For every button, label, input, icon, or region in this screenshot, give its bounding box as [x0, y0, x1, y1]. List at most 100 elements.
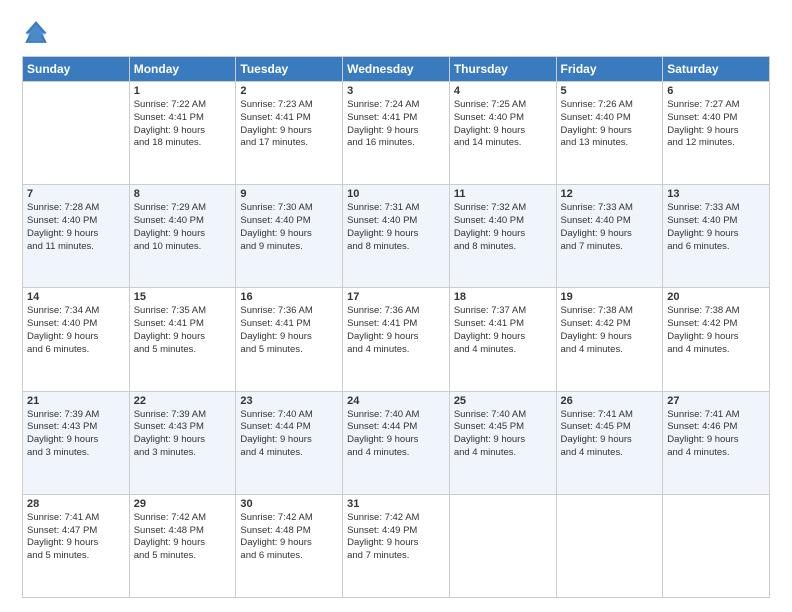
day-number: 30 [240, 498, 338, 510]
calendar-cell: 30 Sunrise: 7:42 AMSunset: 4:48 PMDayligh… [236, 494, 343, 597]
cell-info: Sunrise: 7:28 AMSunset: 4:40 PMDaylight:… [27, 202, 125, 253]
day-number: 9 [240, 188, 338, 200]
calendar-cell: 21 Sunrise: 7:39 AMSunset: 4:43 PMDayligh… [23, 391, 130, 494]
week-row-5: 28Sunrise: 7:41 AMSunset: 4:47 PMDayligh… [23, 494, 770, 597]
cell-info: Sunrise: 7:40 AMSunset: 4:45 PMDaylight:… [454, 409, 552, 460]
cell-info: Sunrise: 7:42 AMSunset: 4:48 PMDaylight:… [240, 512, 338, 563]
calendar-header-row: SundayMondayTuesdayWednesdayThursdayFrid… [23, 57, 770, 82]
calendar-cell: 16Sunrise: 7:36 AMSunset: 4:41 PMDayligh… [236, 288, 343, 391]
day-number: 7 [27, 188, 125, 200]
calendar-cell: 23 Sunrise: 7:40 AMSunset: 4:44 PMDayligh… [236, 391, 343, 494]
day-number: 27 [667, 395, 765, 407]
day-number: 14 [27, 291, 125, 303]
cell-info: Sunrise: 7:40 AMSunset: 4:44 PMDaylight:… [240, 409, 338, 460]
cell-info: Sunrise: 7:38 AMSunset: 4:42 PMDaylight:… [561, 305, 659, 356]
calendar-cell: 17Sunrise: 7:36 AMSunset: 4:41 PMDayligh… [343, 288, 450, 391]
day-number: 8 [134, 188, 232, 200]
calendar-cell: 29 Sunrise: 7:42 AMSunset: 4:48 PMDayligh… [129, 494, 236, 597]
calendar-cell: 7 Sunrise: 7:28 AMSunset: 4:40 PMDaylight… [23, 185, 130, 288]
calendar-cell: 6 Sunrise: 7:27 AMSunset: 4:40 PMDaylight… [663, 82, 770, 185]
day-number: 31 [347, 498, 445, 510]
day-number: 3 [347, 85, 445, 97]
calendar-cell [556, 494, 663, 597]
cell-info: Sunrise: 7:22 AMSunset: 4:41 PMDaylight:… [134, 99, 232, 150]
calendar-cell: 9 Sunrise: 7:30 AMSunset: 4:40 PMDaylight… [236, 185, 343, 288]
cell-info: Sunrise: 7:37 AMSunset: 4:41 PMDaylight:… [454, 305, 552, 356]
day-number: 15 [134, 291, 232, 303]
col-header-wednesday: Wednesday [343, 57, 450, 82]
cell-info: Sunrise: 7:40 AMSunset: 4:44 PMDaylight:… [347, 409, 445, 460]
cell-info: Sunrise: 7:23 AMSunset: 4:41 PMDaylight:… [240, 99, 338, 150]
col-header-friday: Friday [556, 57, 663, 82]
day-number: 2 [240, 85, 338, 97]
col-header-thursday: Thursday [449, 57, 556, 82]
cell-info: Sunrise: 7:41 AMSunset: 4:46 PMDaylight:… [667, 409, 765, 460]
col-header-tuesday: Tuesday [236, 57, 343, 82]
cell-info: Sunrise: 7:26 AMSunset: 4:40 PMDaylight:… [561, 99, 659, 150]
cell-info: Sunrise: 7:33 AMSunset: 4:40 PMDaylight:… [667, 202, 765, 253]
day-number: 21 [27, 395, 125, 407]
cell-info: Sunrise: 7:42 AMSunset: 4:48 PMDaylight:… [134, 512, 232, 563]
day-number: 25 [454, 395, 552, 407]
day-number: 1 [134, 85, 232, 97]
cell-info: Sunrise: 7:35 AMSunset: 4:41 PMDaylight:… [134, 305, 232, 356]
calendar-cell: 13 Sunrise: 7:33 AMSunset: 4:40 PMDayligh… [663, 185, 770, 288]
page: SundayMondayTuesdayWednesdayThursdayFrid… [0, 0, 792, 612]
day-number: 16 [240, 291, 338, 303]
calendar-cell: 5 Sunrise: 7:26 AMSunset: 4:40 PMDaylight… [556, 82, 663, 185]
col-header-sunday: Sunday [23, 57, 130, 82]
day-number: 4 [454, 85, 552, 97]
cell-info: Sunrise: 7:36 AMSunset: 4:41 PMDaylight:… [347, 305, 445, 356]
cell-info: Sunrise: 7:25 AMSunset: 4:40 PMDaylight:… [454, 99, 552, 150]
cell-info: Sunrise: 7:42 AMSunset: 4:49 PMDaylight:… [347, 512, 445, 563]
cell-info: Sunrise: 7:32 AMSunset: 4:40 PMDaylight:… [454, 202, 552, 253]
day-number: 5 [561, 85, 659, 97]
week-row-2: 7 Sunrise: 7:28 AMSunset: 4:40 PMDaylight… [23, 185, 770, 288]
day-number: 26 [561, 395, 659, 407]
cell-info: Sunrise: 7:39 AMSunset: 4:43 PMDaylight:… [27, 409, 125, 460]
day-number: 29 [134, 498, 232, 510]
calendar-cell: 12Sunrise: 7:33 AMSunset: 4:40 PMDayligh… [556, 185, 663, 288]
cell-info: Sunrise: 7:39 AMSunset: 4:43 PMDaylight:… [134, 409, 232, 460]
cell-info: Sunrise: 7:38 AMSunset: 4:42 PMDaylight:… [667, 305, 765, 356]
day-number: 10 [347, 188, 445, 200]
day-number: 11 [454, 188, 552, 200]
calendar-cell: 2 Sunrise: 7:23 AMSunset: 4:41 PMDaylight… [236, 82, 343, 185]
day-number: 24 [347, 395, 445, 407]
day-number: 13 [667, 188, 765, 200]
cell-info: Sunrise: 7:24 AMSunset: 4:41 PMDaylight:… [347, 99, 445, 150]
logo [22, 18, 54, 46]
logo-icon [22, 18, 50, 46]
calendar-cell: 8 Sunrise: 7:29 AMSunset: 4:40 PMDaylight… [129, 185, 236, 288]
calendar-cell: 11 Sunrise: 7:32 AMSunset: 4:40 PMDayligh… [449, 185, 556, 288]
calendar-cell: 3 Sunrise: 7:24 AMSunset: 4:41 PMDaylight… [343, 82, 450, 185]
day-number: 20 [667, 291, 765, 303]
day-number: 23 [240, 395, 338, 407]
week-row-3: 14 Sunrise: 7:34 AMSunset: 4:40 PMDayligh… [23, 288, 770, 391]
cell-info: Sunrise: 7:41 AMSunset: 4:45 PMDaylight:… [561, 409, 659, 460]
day-number: 18 [454, 291, 552, 303]
cell-info: Sunrise: 7:27 AMSunset: 4:40 PMDaylight:… [667, 99, 765, 150]
calendar-cell: 20 Sunrise: 7:38 AMSunset: 4:42 PMDayligh… [663, 288, 770, 391]
calendar-cell [663, 494, 770, 597]
cell-info: Sunrise: 7:30 AMSunset: 4:40 PMDaylight:… [240, 202, 338, 253]
calendar-cell: 28Sunrise: 7:41 AMSunset: 4:47 PMDayligh… [23, 494, 130, 597]
calendar-cell: 18 Sunrise: 7:37 AMSunset: 4:41 PMDayligh… [449, 288, 556, 391]
calendar-cell: 15 Sunrise: 7:35 AMSunset: 4:41 PMDayligh… [129, 288, 236, 391]
cell-info: Sunrise: 7:34 AMSunset: 4:40 PMDaylight:… [27, 305, 125, 356]
cell-info: Sunrise: 7:41 AMSunset: 4:47 PMDaylight:… [27, 512, 125, 563]
calendar-cell [23, 82, 130, 185]
calendar-cell [449, 494, 556, 597]
calendar-cell: 27 Sunrise: 7:41 AMSunset: 4:46 PMDayligh… [663, 391, 770, 494]
day-number: 6 [667, 85, 765, 97]
cell-info: Sunrise: 7:29 AMSunset: 4:40 PMDaylight:… [134, 202, 232, 253]
col-header-saturday: Saturday [663, 57, 770, 82]
day-number: 19 [561, 291, 659, 303]
header [22, 18, 770, 46]
day-number: 22 [134, 395, 232, 407]
week-row-4: 21 Sunrise: 7:39 AMSunset: 4:43 PMDayligh… [23, 391, 770, 494]
calendar-cell: 10Sunrise: 7:31 AMSunset: 4:40 PMDayligh… [343, 185, 450, 288]
cell-info: Sunrise: 7:33 AMSunset: 4:40 PMDaylight:… [561, 202, 659, 253]
calendar-cell: 26 Sunrise: 7:41 AMSunset: 4:45 PMDayligh… [556, 391, 663, 494]
calendar-cell: 14 Sunrise: 7:34 AMSunset: 4:40 PMDayligh… [23, 288, 130, 391]
